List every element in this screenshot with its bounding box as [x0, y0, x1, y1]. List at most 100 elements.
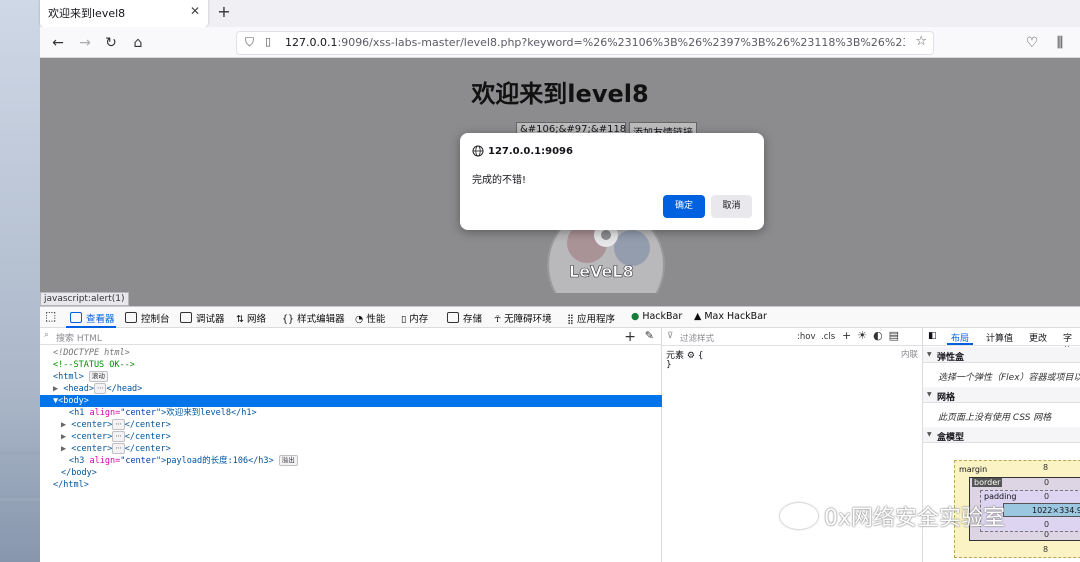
- border-top-value[interactable]: 0: [1044, 478, 1049, 487]
- url-bar[interactable]: ⛉ ▯ 127.0.0.1:9096/xss-labs-master/level…: [236, 31, 934, 55]
- desktop-stripe: [0, 452, 40, 455]
- center-tag: <center>: [71, 444, 113, 454]
- ok-button[interactable]: 确定: [663, 195, 705, 218]
- tree-line-center[interactable]: ▶ <center> ⋯ </center>: [40, 443, 683, 455]
- tab-label: 调试器: [196, 314, 225, 325]
- filter-styles-input[interactable]: 过滤样式: [680, 332, 714, 344]
- memory-icon: ▯: [401, 314, 410, 325]
- cancel-button[interactable]: 取消: [711, 195, 752, 218]
- tree-line-center[interactable]: ▶ <center> ⋯ </center>: [40, 419, 683, 431]
- collapsed-badge[interactable]: ⋯: [112, 419, 125, 430]
- toggle-pane-icon[interactable]: ◧: [928, 331, 937, 341]
- library-icon[interactable]: ⫼: [1050, 33, 1070, 53]
- rules-toolbar: ⊽ 过滤样式 :hov .cls +☀◐▤: [662, 328, 923, 346]
- watermark-text: 0x网络安全实验室: [824, 506, 1006, 531]
- tab-console[interactable]: 控制台: [125, 311, 170, 325]
- margin-bottom-value[interactable]: 8: [1043, 545, 1048, 554]
- expand-arrow-icon[interactable]: ▶: [61, 432, 66, 442]
- tab-network[interactable]: ⇅ 网络: [236, 311, 266, 325]
- hover-toggle[interactable]: :hov: [797, 332, 815, 342]
- home-icon[interactable]: ⌂: [128, 33, 148, 53]
- grid-section-header[interactable]: 网格: [923, 387, 1080, 403]
- tab-hackbar[interactable]: ● HackBar: [631, 311, 682, 322]
- collapsed-badge[interactable]: ⋯: [112, 431, 125, 442]
- tree-line-h3[interactable]: <h3 align="center">payload的长度:106</h3> 溢…: [40, 455, 691, 467]
- new-tab-button[interactable]: +: [214, 2, 234, 22]
- tab-inspector[interactable]: 查看器: [70, 311, 115, 325]
- shield-icon[interactable]: ⛉: [245, 35, 254, 50]
- max-hackbar-icon: ▲: [694, 311, 705, 322]
- browser-tab[interactable]: 欢迎来到level8 ✕: [40, 0, 208, 27]
- tree-line-body-close[interactable]: </body>: [40, 467, 683, 479]
- tree-line-html[interactable]: <html> 滚动: [40, 371, 675, 383]
- tab-computed[interactable]: 计算值: [986, 331, 1013, 344]
- search-html-input[interactable]: ⌕ 搜索 HTML + ✎: [40, 328, 662, 345]
- h1-tag: <h1: [69, 408, 85, 418]
- tree-line-center[interactable]: ▶ <center> ⋯ </center>: [40, 431, 683, 443]
- expand-arrow-icon[interactable]: ▶: [61, 420, 66, 430]
- tab-label: Max HackBar: [704, 311, 767, 322]
- inspector-icon: [70, 312, 82, 323]
- watermark: 0x网络安全实验室: [780, 500, 1005, 532]
- body-close-tag: </body>: [61, 468, 97, 478]
- page-info-icon[interactable]: ▯: [265, 35, 271, 48]
- attr-name: align=: [89, 456, 121, 466]
- tree-line-head[interactable]: ▶ <head> ⋯ </head>: [40, 383, 675, 395]
- tree-line-comment[interactable]: <!--STATUS OK-->: [40, 359, 675, 371]
- expand-arrow-icon[interactable]: ▶: [61, 444, 66, 454]
- search-icon: ⌕: [44, 330, 50, 340]
- tab-storage[interactable]: 存储: [447, 311, 482, 325]
- tab-label: 内存: [409, 314, 429, 325]
- box-model-content[interactable]: 1022×334.95: [1003, 503, 1080, 517]
- tree-line-html-close[interactable]: </html>: [40, 479, 675, 491]
- h3-tag: <h3: [69, 456, 85, 466]
- tree-line-doctype[interactable]: <!DOCTYPE html>: [40, 347, 675, 359]
- tab-memory[interactable]: ▯ 内存: [401, 311, 428, 325]
- tab-label: 存储: [463, 314, 483, 325]
- add-node-icon[interactable]: +: [624, 329, 636, 345]
- overflow-badge[interactable]: 溢出: [278, 455, 298, 466]
- body-tag: <body>: [58, 396, 89, 406]
- pocket-icon[interactable]: ♡: [1022, 33, 1042, 53]
- box-model-section-header[interactable]: 盒模型: [923, 427, 1080, 443]
- tab-application[interactable]: ⣿ 应用程序: [567, 311, 615, 325]
- tab-changes[interactable]: 更改: [1029, 331, 1047, 344]
- url-text: 127.0.0.1:9096/xss-labs-master/level8.ph…: [285, 36, 905, 49]
- tab-accessibility[interactable]: ☥ 无障碍环境: [494, 311, 552, 325]
- network-icon: ⇅: [236, 314, 247, 325]
- head-close-tag: </head>: [106, 384, 143, 394]
- flexbox-description: 选择一个弹性（Flex）容器或项目以: [938, 373, 1080, 383]
- dialog-message: 完成的不错!: [472, 175, 527, 186]
- accessibility-icon: ☥: [494, 314, 505, 325]
- element-picker-icon[interactable]: ⬚: [45, 309, 56, 323]
- expand-arrow-icon[interactable]: ▶: [53, 384, 58, 394]
- desktop-stripe: [0, 498, 40, 501]
- collapsed-badge[interactable]: ⋯: [93, 383, 107, 394]
- tree-line-body-selected[interactable]: ▼<body>: [40, 395, 675, 407]
- desktop-background: [0, 0, 40, 562]
- collapsed-badge[interactable]: ⋯: [112, 443, 125, 454]
- class-toggle[interactable]: .cls: [821, 332, 835, 342]
- forward-icon[interactable]: →: [75, 33, 95, 53]
- margin-top-value[interactable]: 8: [1043, 463, 1048, 472]
- wechat-icon: [780, 503, 818, 529]
- tab-style-editor[interactable]: {} 样式编辑器: [282, 311, 345, 325]
- close-tab-icon[interactable]: ✕: [190, 4, 200, 18]
- center-close-tag: </center>: [124, 420, 171, 430]
- back-icon[interactable]: ←: [48, 33, 68, 53]
- bookmark-star-icon[interactable]: ☆: [915, 34, 927, 49]
- flexbox-section-header[interactable]: 弹性盒: [923, 347, 1080, 363]
- eyedropper-icon[interactable]: ✎: [645, 329, 654, 342]
- padding-top-value[interactable]: 0: [1044, 492, 1049, 501]
- rules-toolbar-icons[interactable]: +☀◐▤: [842, 329, 905, 342]
- reload-icon[interactable]: ↻: [101, 33, 121, 53]
- tab-max-hackbar[interactable]: ▲ Max HackBar: [694, 311, 767, 322]
- tab-performance[interactable]: ◔ 性能: [355, 311, 385, 325]
- padding-bottom-value[interactable]: 0: [1044, 520, 1049, 529]
- scroll-badge[interactable]: 滚动: [88, 371, 108, 382]
- layout-tabs: ◧ 布局 计算值 更改 字体: [923, 328, 1080, 357]
- tree-line-h1[interactable]: <h1 align="center">欢迎来到level8</h1>: [40, 407, 691, 419]
- status-url-tooltip: javascript:alert(1): [40, 292, 129, 306]
- tab-debugger[interactable]: 调试器: [180, 311, 225, 325]
- markup-view: ⌕ 搜索 HTML + ✎ <!DOCTYPE html> <!--STATUS…: [40, 328, 675, 562]
